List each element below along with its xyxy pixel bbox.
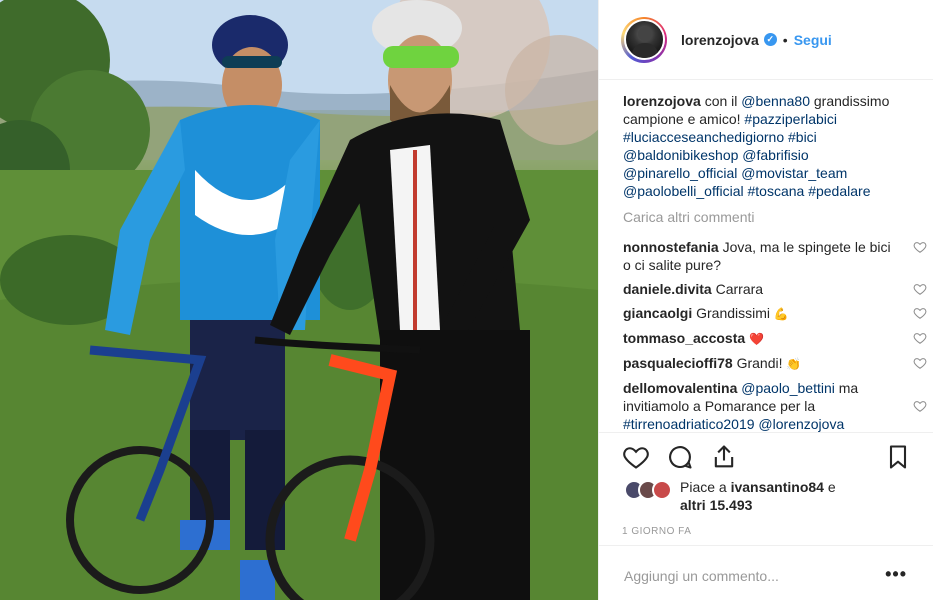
like-comment-heart-icon[interactable] xyxy=(913,240,927,254)
mention-link[interactable]: @benna80 xyxy=(741,93,810,109)
bookmark-icon[interactable] xyxy=(884,443,912,471)
follow-button[interactable]: Segui xyxy=(794,32,832,48)
comment-text: Carrara xyxy=(715,281,764,297)
comment-author[interactable]: nonnostefania xyxy=(623,239,719,255)
username-link[interactable]: lorenzojova xyxy=(681,32,759,48)
caption-author[interactable]: lorenzojova xyxy=(623,93,701,109)
like-comment-heart-icon[interactable] xyxy=(913,399,927,413)
liker-username[interactable]: ivansantino84 xyxy=(731,479,824,495)
like-comment-heart-icon[interactable] xyxy=(913,356,927,370)
liker-avatar[interactable] xyxy=(652,480,672,500)
mention-link[interactable]: @paolo_bettini xyxy=(741,380,835,396)
mention-link[interactable]: @paolobelli_official xyxy=(623,183,744,199)
comment-author[interactable]: daniele.divita xyxy=(623,281,712,297)
liker-avatars[interactable] xyxy=(624,480,672,500)
hashtag-link[interactable]: #luciacceseanchedigiorno xyxy=(623,129,784,145)
hashtag-link[interactable]: #tirrenoadriatico2019 xyxy=(623,416,755,432)
mention-link[interactable]: @fabrifisio xyxy=(742,147,808,163)
cyclists-illustration xyxy=(0,0,598,600)
post-header: lorenzojova ✓ • Segui xyxy=(599,0,933,80)
comment-author[interactable]: pasqualecioffi78 xyxy=(623,355,733,371)
comment-text: Grandissimi xyxy=(696,305,771,321)
comment-item: pasqualecioffi78 Grandi! 👏 xyxy=(623,354,927,373)
verified-badge-icon: ✓ xyxy=(763,33,777,46)
likes-summary: Piace a ivansantino84 e altri 15.493 xyxy=(624,478,924,518)
clapping-hands-emoji-icon: 👏 xyxy=(786,357,802,371)
comment-item: dellomovalentina @paolo_bettini ma invit… xyxy=(623,379,927,433)
hashtag-link[interactable]: #pedalare xyxy=(808,183,870,199)
like-comment-heart-icon[interactable] xyxy=(913,331,927,345)
share-icon[interactable] xyxy=(710,443,738,471)
post-photo[interactable] xyxy=(0,0,598,600)
story-ring[interactable] xyxy=(621,16,667,63)
mention-link[interactable]: @lorenzojova xyxy=(758,416,844,432)
post-actions-bar xyxy=(598,432,933,478)
mention-link[interactable]: @pinarello_official xyxy=(623,165,737,181)
avatar[interactable] xyxy=(623,19,665,60)
red-heart-emoji-icon: ❤️ xyxy=(749,332,765,346)
post-timestamp[interactable]: 1 GIORNO FA xyxy=(622,526,691,537)
comments-list: lorenzojova con il @benna80 grandissimo … xyxy=(623,92,927,439)
separator-dot: • xyxy=(782,31,788,48)
likes-count[interactable]: altri 15.493 xyxy=(680,497,752,513)
comment-author[interactable]: tommaso_accosta xyxy=(623,330,745,346)
like-heart-icon[interactable] xyxy=(622,443,650,471)
comment-author[interactable]: giancaolgi xyxy=(623,305,692,321)
comment-bubble-icon[interactable] xyxy=(666,443,694,471)
hashtag-link[interactable]: #pazziperlabici xyxy=(744,111,837,127)
like-comment-heart-icon[interactable] xyxy=(913,282,927,296)
load-more-comments-button[interactable]: Carica altri commenti xyxy=(623,208,913,226)
comment-text: Grandi! xyxy=(736,355,783,371)
add-comment-input[interactable]: Aggiungi un commento... xyxy=(624,568,779,584)
comment-item: giancaolgi Grandissimi 💪 xyxy=(623,304,927,323)
comment-author[interactable]: dellomovalentina xyxy=(623,380,737,396)
more-options-icon[interactable]: ••• xyxy=(885,564,907,585)
flexed-biceps-emoji-icon: 💪 xyxy=(773,307,789,321)
comment-item: daniele.divita Carrara xyxy=(623,280,927,298)
comment-item: tommaso_accosta ❤️ xyxy=(623,329,927,348)
comment-item: nonnostefania Jova, ma le spingete le bi… xyxy=(623,238,927,274)
like-comment-heart-icon[interactable] xyxy=(913,306,927,320)
hashtag-link[interactable]: #bici xyxy=(788,129,817,145)
likes-text: Piace a ivansantino84 e altri 15.493 xyxy=(680,479,836,513)
mention-link[interactable]: @movistar_team xyxy=(741,165,847,181)
hashtag-link[interactable]: #toscana xyxy=(747,183,804,199)
mention-link[interactable]: @baldonibikeshop xyxy=(623,147,738,163)
add-comment-bar: Aggiungi un commento... ••• xyxy=(598,545,933,600)
caption: lorenzojova con il @benna80 grandissimo … xyxy=(623,93,890,199)
